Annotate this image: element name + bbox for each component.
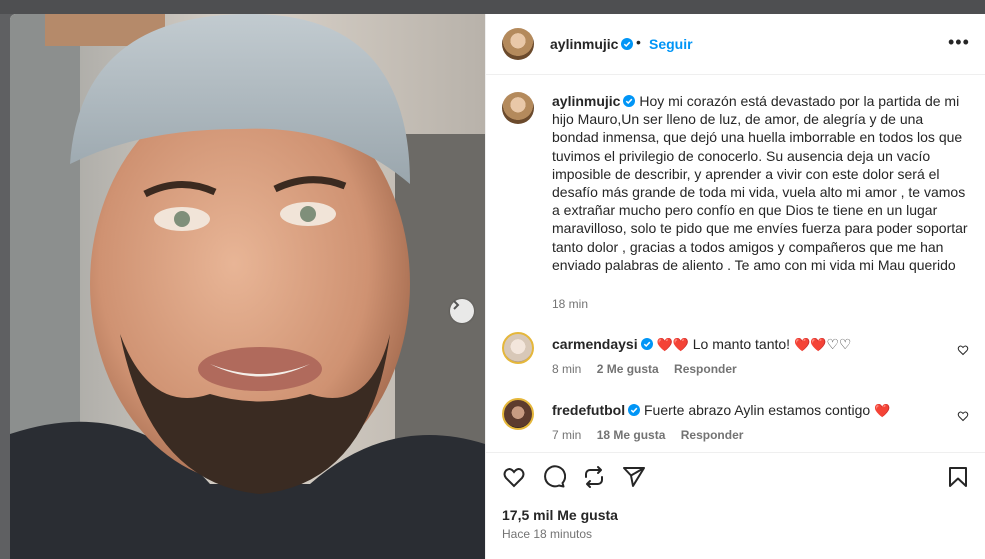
verified-icon (628, 404, 641, 416)
comment-item: fredefutbol Fuerte abrazo Aylin estamos … (502, 398, 972, 448)
comment-text-line: carmendaysi ❤️❤️ Lo manto tanto! ❤️❤️♡♡ (552, 336, 851, 353)
comment-avatar[interactable] (502, 332, 534, 364)
comment-icon[interactable] (542, 465, 566, 489)
post-timestamp[interactable]: Hace 18 minutos (502, 527, 592, 541)
comment-text-line: fredefutbol Fuerte abrazo Aylin estamos … (552, 402, 890, 419)
save-icon[interactable] (946, 465, 970, 489)
action-bar (486, 452, 985, 503)
comment-time[interactable]: 7 min (552, 428, 581, 442)
caption-time[interactable]: 18 min (552, 297, 588, 311)
verified-icon (640, 338, 653, 350)
more-options-button[interactable]: ••• (948, 33, 970, 51)
post-media (10, 14, 485, 559)
post-modal: aylinmujic • Seguir ••• aylinmujic Hoy m… (10, 14, 985, 559)
media-photo (10, 14, 485, 559)
author-avatar[interactable] (502, 28, 534, 60)
send-icon[interactable] (622, 465, 646, 489)
next-media-button[interactable] (450, 299, 474, 323)
share-icon[interactable] (582, 465, 606, 489)
verified-icon (623, 95, 636, 107)
reply-button[interactable]: Responder (681, 428, 744, 442)
caption-text: Hoy mi corazón está devastado por la par… (552, 93, 968, 273)
next-arrow-icon (453, 300, 460, 310)
comment-username[interactable]: fredefutbol (552, 402, 625, 418)
follow-button[interactable]: Seguir (649, 36, 693, 52)
comment-avatar[interactable] (502, 398, 534, 430)
reply-button[interactable]: Responder (674, 362, 737, 376)
like-icon[interactable] (502, 465, 526, 489)
comment-text: Fuerte abrazo Aylin estamos contigo (644, 402, 871, 418)
comment-likes[interactable]: 18 Me gusta (597, 428, 666, 442)
post-header: aylinmujic • Seguir ••• (486, 14, 985, 75)
author-username[interactable]: aylinmujic (550, 36, 618, 52)
caption-text-block: aylinmujic Hoy mi corazón está devastado… (552, 92, 972, 274)
post-side-panel: aylinmujic • Seguir ••• aylinmujic Hoy m… (485, 14, 985, 559)
heart-emoji: ❤️ (874, 403, 891, 418)
likes-count[interactable]: 17,5 mil Me gusta (502, 507, 618, 523)
comment-username[interactable]: carmendaysi (552, 336, 638, 352)
heart-emoji: ❤️❤️ (656, 337, 689, 352)
caption-avatar[interactable] (502, 92, 534, 124)
author-name-wrap: aylinmujic (550, 36, 634, 54)
heart-outline-icon[interactable] (957, 344, 969, 356)
comment-time[interactable]: 8 min (552, 362, 581, 376)
caption-username[interactable]: aylinmujic (552, 93, 620, 109)
heart-emoji: ❤️❤️ (793, 337, 827, 352)
white-heart-emoji: ♡♡ (826, 336, 852, 352)
comment-likes[interactable]: 2 Me gusta (597, 362, 659, 376)
comment-item: carmendaysi ❤️❤️ Lo manto tanto! ❤️❤️♡♡ … (502, 332, 972, 382)
verified-icon (621, 38, 634, 50)
top-strip (0, 0, 985, 14)
comment-meta: 8 min 2 Me gusta Responder (552, 362, 749, 376)
comment-text: Lo manto tanto! (692, 336, 791, 352)
comment-meta: 7 min 18 Me gusta Responder (552, 428, 755, 442)
heart-outline-icon[interactable] (957, 410, 969, 422)
separator-dot: • (636, 34, 641, 50)
